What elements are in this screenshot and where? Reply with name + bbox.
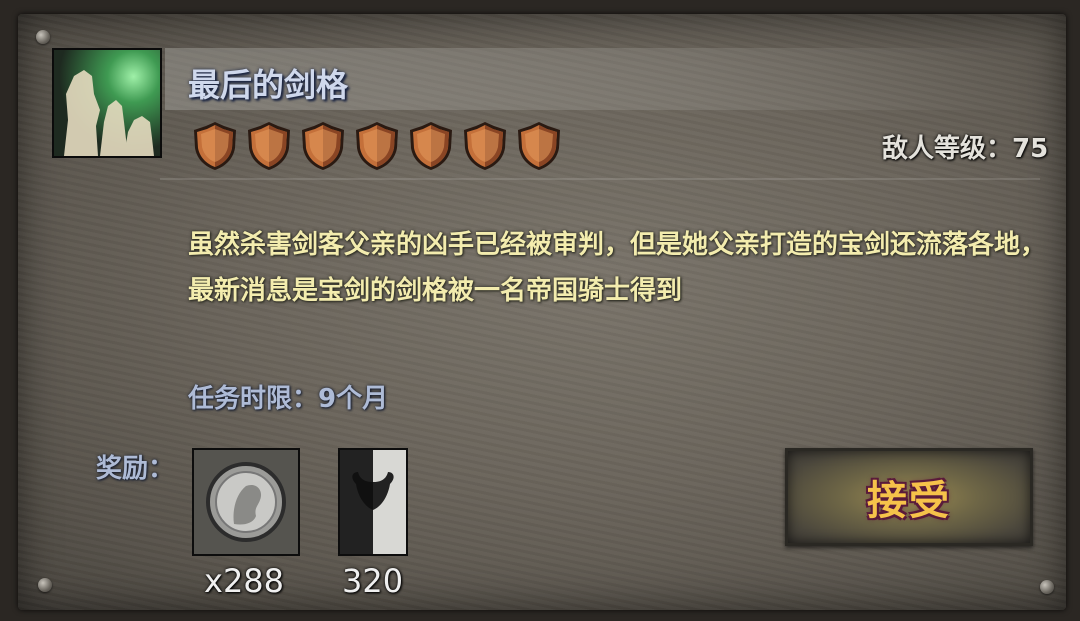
time-limit: 任务时限：9个月: [188, 384, 389, 414]
party-silhouette-icon: [54, 50, 160, 156]
quest-title: 最后的剑格: [188, 66, 349, 104]
silver-coin-icon: [192, 448, 300, 556]
reward-count: x288: [204, 562, 285, 600]
nail-icon: [38, 578, 52, 592]
bronze-shield-icon: [518, 122, 560, 170]
reward-count: 320: [342, 562, 404, 600]
enemy-level: 敌人等级：75: [882, 134, 1049, 164]
bronze-shield-icon: [464, 122, 506, 170]
rewards-label: 奖励：: [96, 454, 175, 484]
bronze-shield-icon: [194, 122, 236, 170]
quest-description: 虽然杀害剑客父亲的凶手已经被审判，但是她父亲打造的宝剑还流落各地，最新消息是宝剑…: [188, 230, 1047, 306]
reward-item-coin[interactable]: [192, 448, 300, 556]
nail-icon: [36, 30, 50, 44]
accept-button-label: 接受: [867, 478, 951, 524]
bull-banner-icon: [338, 448, 408, 556]
quest-portrait: [52, 48, 162, 158]
accept-button[interactable]: 接受: [785, 448, 1033, 546]
bronze-shield-icon: [410, 122, 452, 170]
nail-icon: [1040, 580, 1054, 594]
reward-item-banner[interactable]: [338, 448, 408, 556]
bronze-shield-icon: [356, 122, 398, 170]
divider: [160, 178, 1040, 180]
bronze-shield-icon: [302, 122, 344, 170]
bronze-shield-icon: [248, 122, 290, 170]
difficulty-shields: [190, 120, 564, 172]
